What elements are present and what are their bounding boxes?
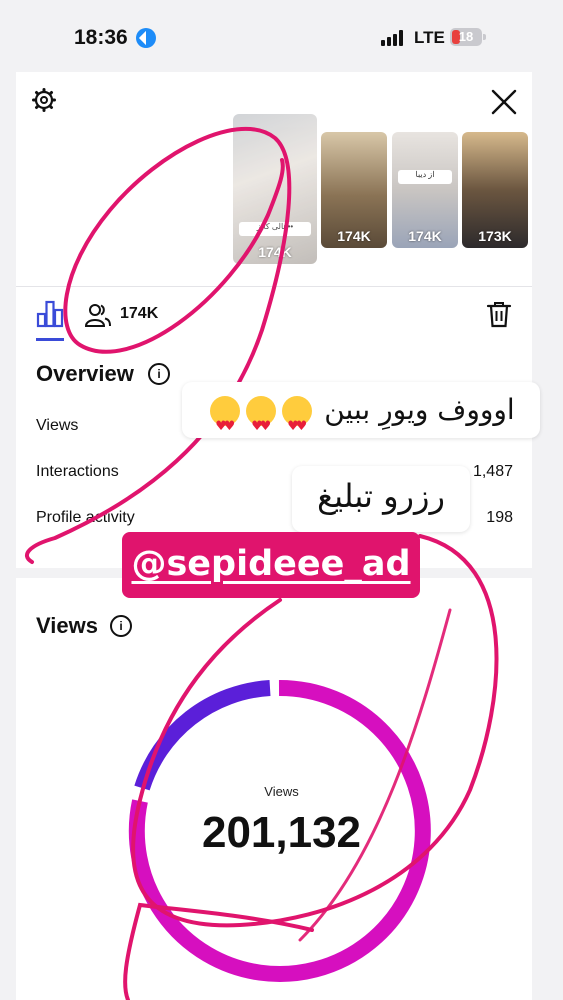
trash-icon[interactable] xyxy=(486,300,512,328)
status-bar: 18:36 LTE 18 xyxy=(0,0,563,72)
location-arrow-icon xyxy=(136,28,156,48)
interactions-value: 1,487 xyxy=(472,463,513,480)
bar-chart-icon[interactable] xyxy=(36,300,64,328)
story-thumbnail[interactable]: 174K xyxy=(321,132,387,248)
sticker-text: اوووف ویورِ ببین xyxy=(324,393,515,426)
info-icon[interactable]: i xyxy=(148,363,170,385)
network-type: LTE xyxy=(414,28,445,47)
total-views-value: 201,132 xyxy=(201,808,362,857)
text-sticker-ad-booking: رزرو تبلیغ xyxy=(292,466,470,532)
selected-pointer xyxy=(280,276,300,286)
cellular-signal-icon xyxy=(381,30,405,46)
close-icon[interactable] xyxy=(488,86,520,118)
views-row-label: Views xyxy=(36,417,79,434)
thumbnail-view-count: 174K xyxy=(337,228,371,244)
info-icon[interactable]: i xyxy=(110,615,132,637)
gear-icon[interactable] xyxy=(32,88,56,112)
thumbnail-caption: از دیبا xyxy=(398,170,452,184)
thumbnail-view-count: 174K xyxy=(408,228,442,244)
status-time: 18:36 xyxy=(74,26,128,49)
heart-eyes-emoji-icon xyxy=(282,396,313,455)
views-title: Views xyxy=(36,613,98,638)
heart-eyes-emoji-icon xyxy=(210,396,241,455)
thumbnail-view-count: 174K xyxy=(258,244,292,260)
story-thumbnail[interactable]: 173K xyxy=(462,132,528,248)
profile-activity-value: 198 xyxy=(486,509,513,526)
battery-icon: 18 xyxy=(450,28,486,46)
story-thumbnail[interactable]: از دیبا 174K xyxy=(392,132,458,248)
profile-activity-row-label: Profile activity xyxy=(36,509,135,526)
story-thumbnail-selected[interactable]: هالی کایز•• 174K xyxy=(233,114,317,264)
mention-handle: @sepideee_ad xyxy=(131,544,411,584)
active-tab-indicator xyxy=(36,338,64,341)
mention-sticker[interactable]: @sepideee_ad xyxy=(122,532,420,598)
heart-eyes-emoji-icon xyxy=(246,396,277,455)
thumbnail-view-count: 173K xyxy=(478,228,512,244)
ring-label: Views xyxy=(264,784,299,799)
people-icon[interactable] xyxy=(84,302,112,328)
ring-segment-non-followers xyxy=(134,680,271,791)
overview-title: Overview xyxy=(36,361,134,386)
battery-level: 18 xyxy=(458,29,474,44)
text-sticker-views: اوووف ویورِ ببین xyxy=(182,382,540,455)
thumbnail-caption: هالی کایز•• xyxy=(239,222,311,236)
reach-count: 174K xyxy=(120,305,159,322)
interactions-row-label: Interactions xyxy=(36,463,119,480)
sticker-text: رزرو تبلیغ xyxy=(317,477,445,515)
